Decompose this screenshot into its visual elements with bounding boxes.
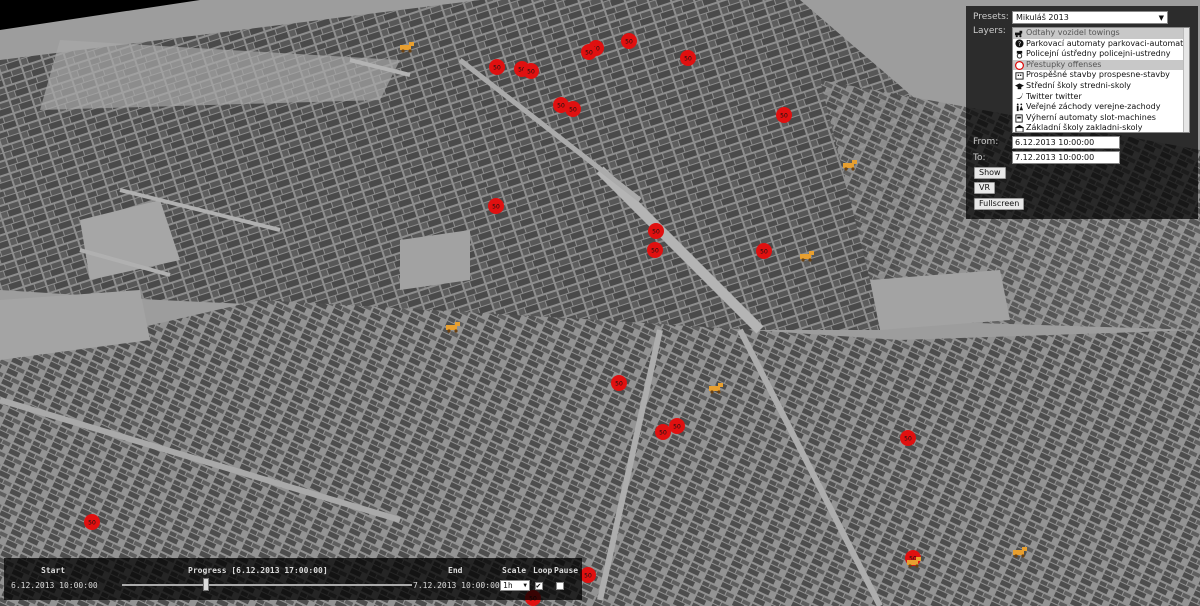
toilet-icon bbox=[1014, 103, 1024, 112]
chevron-down-icon: ▼ bbox=[523, 582, 527, 589]
layer-option-label: Odtahy vozidel towings bbox=[1026, 28, 1120, 37]
svg-text:50: 50 bbox=[904, 436, 912, 443]
svg-text:50: 50 bbox=[569, 107, 577, 114]
to-label: To: bbox=[973, 153, 986, 163]
layer-option[interactable]: ? Parkovací automaty parkovaci-automaty bbox=[1013, 39, 1189, 50]
show-button[interactable]: Show bbox=[974, 167, 1006, 179]
svg-text:50: 50 bbox=[625, 39, 633, 46]
pause-label: Pause bbox=[554, 566, 579, 575]
svg-text:50: 50 bbox=[557, 103, 565, 110]
svg-text:50: 50 bbox=[684, 56, 692, 63]
progress-slider-track[interactable] bbox=[122, 584, 412, 586]
fullscreen-button[interactable]: Fullscreen bbox=[974, 198, 1025, 210]
layer-option-label: Střední školy stredni-skoly bbox=[1026, 80, 1132, 90]
to-date-input[interactable]: 7.12.2013 10:00:00 bbox=[1012, 151, 1120, 164]
offense-marker[interactable]: 50 bbox=[488, 198, 504, 214]
layers-label: Layers: bbox=[973, 26, 1006, 36]
offense-marker[interactable]: 50 bbox=[611, 375, 627, 391]
from-date-input[interactable]: 6.12.2013 10:00:00 bbox=[1012, 136, 1120, 149]
layer-option[interactable]: Prospěšné stavby prospesne-stavby bbox=[1013, 70, 1189, 81]
parking-icon: ? bbox=[1014, 39, 1024, 48]
progress-slider-handle[interactable] bbox=[203, 578, 210, 591]
end-label: End bbox=[448, 566, 463, 575]
svg-text:50: 50 bbox=[88, 520, 96, 527]
layer-option[interactable]: Střední školy stredni-skoly bbox=[1013, 81, 1189, 92]
layer-option[interactable]: Odtahy vozidel towings bbox=[1013, 28, 1189, 39]
presets-label: Presets: bbox=[973, 12, 1009, 22]
svg-text:50: 50 bbox=[673, 424, 681, 431]
offense-marker[interactable]: 50 bbox=[84, 514, 100, 530]
slot-machine-icon bbox=[1014, 113, 1024, 123]
offense-marker[interactable]: 50 bbox=[489, 59, 505, 75]
layer-option-label: Parkovací automaty parkovaci-automaty bbox=[1026, 38, 1189, 48]
tow-truck-icon bbox=[1014, 29, 1024, 38]
start-value: 6.12.2013 10:00:00 bbox=[11, 581, 98, 590]
end-value: 7.12.2013 10:00:00 bbox=[413, 581, 500, 590]
offense-marker[interactable]: 50 bbox=[900, 430, 916, 446]
building-icon bbox=[1014, 71, 1024, 80]
svg-text:50: 50 bbox=[492, 204, 500, 211]
layer-option[interactable]: Přestupky offenses bbox=[1013, 59, 1189, 71]
layer-option[interactable]: Twitter twitter bbox=[1013, 92, 1189, 103]
check-icon: ✔ bbox=[536, 581, 541, 590]
layer-option-label: Prospěšné stavby prospesne-stavby bbox=[1026, 70, 1170, 80]
offense-marker[interactable]: 50 bbox=[655, 424, 671, 440]
offense-marker[interactable]: 50 bbox=[680, 50, 696, 66]
svg-text:50: 50 bbox=[760, 249, 768, 256]
presets-select[interactable]: Mikuláš 2013 ▼ bbox=[1012, 11, 1168, 24]
svg-text:50: 50 bbox=[651, 248, 659, 255]
layer-option[interactable]: Veřejné záchody verejne-zachody bbox=[1013, 102, 1189, 113]
offense-marker[interactable]: 50 bbox=[580, 567, 596, 583]
loop-checkbox[interactable]: ✔ bbox=[535, 581, 543, 590]
svg-text:50: 50 bbox=[652, 229, 660, 236]
vr-button[interactable]: VR bbox=[974, 182, 996, 194]
offense-marker[interactable]: 50 bbox=[621, 33, 637, 49]
layer-option-label: Twitter twitter bbox=[1026, 91, 1082, 101]
layer-option-label: Policejní ústředny policejni-ustredny bbox=[1026, 49, 1171, 59]
scale-select-value: 1h bbox=[503, 581, 513, 590]
layer-option[interactable]: Základní školy zakladni-skoly bbox=[1013, 123, 1189, 133]
svg-text:50: 50 bbox=[584, 573, 592, 580]
svg-text:50: 50 bbox=[585, 50, 593, 57]
layer-option-label: Základní školy zakladni-skoly bbox=[1026, 123, 1143, 133]
svg-text:50: 50 bbox=[780, 113, 788, 120]
chevron-down-icon: ▼ bbox=[1158, 14, 1164, 22]
progress-label: Progress [6.12.2013 17:00:00] bbox=[188, 566, 328, 575]
svg-text:50: 50 bbox=[527, 69, 535, 76]
school-icon bbox=[1014, 124, 1024, 132]
start-label: Start bbox=[41, 566, 66, 575]
offense-marker[interactable]: 50 bbox=[669, 418, 685, 434]
layer-option-label: Přestupky offenses bbox=[1026, 59, 1102, 69]
layer-option[interactable]: Policejní ústředny policejni-ustredny bbox=[1013, 49, 1189, 60]
scale-label: Scale bbox=[502, 566, 527, 575]
offense-marker[interactable]: 50 bbox=[776, 107, 792, 123]
speed-sign-icon bbox=[1014, 60, 1024, 70]
layers-multiselect[interactable]: Odtahy vozidel towings? Parkovací automat… bbox=[1012, 27, 1190, 133]
control-panel: Presets: Mikuláš 2013 ▼ Layers: Odtahy v… bbox=[966, 6, 1198, 219]
offense-marker[interactable]: 50 bbox=[581, 44, 597, 60]
offense-marker[interactable]: 50 bbox=[565, 101, 581, 117]
presets-select-value: Mikuláš 2013 bbox=[1016, 13, 1069, 22]
loop-label: Loop bbox=[533, 566, 553, 575]
police-icon bbox=[1014, 50, 1024, 59]
graduation-cap-icon bbox=[1014, 82, 1024, 91]
twitter-icon bbox=[1014, 92, 1024, 101]
svg-text:50: 50 bbox=[659, 430, 667, 437]
offense-marker[interactable]: 50 bbox=[647, 242, 663, 258]
svg-text:50: 50 bbox=[493, 65, 501, 72]
layer-option-label: Veřejné záchody verejne-zachody bbox=[1026, 102, 1161, 112]
offense-marker[interactable]: 50 bbox=[756, 243, 772, 259]
layer-option[interactable]: Výherní automaty slot-machines bbox=[1013, 113, 1189, 124]
from-label: From: bbox=[973, 137, 999, 147]
timeline-bar: Start 6.12.2013 10:00:00 Progress [6.12.… bbox=[4, 558, 582, 600]
svg-text:?: ? bbox=[1017, 41, 1020, 48]
layers-scrollbar[interactable] bbox=[1183, 28, 1189, 132]
pause-checkbox[interactable] bbox=[556, 582, 564, 590]
svg-text:50: 50 bbox=[615, 381, 623, 388]
scale-select[interactable]: 1h ▼ bbox=[500, 580, 530, 591]
layer-option-label: Výherní automaty slot-machines bbox=[1026, 112, 1156, 122]
offense-marker[interactable]: 50 bbox=[648, 223, 664, 239]
offense-marker[interactable]: 50 bbox=[523, 63, 539, 79]
